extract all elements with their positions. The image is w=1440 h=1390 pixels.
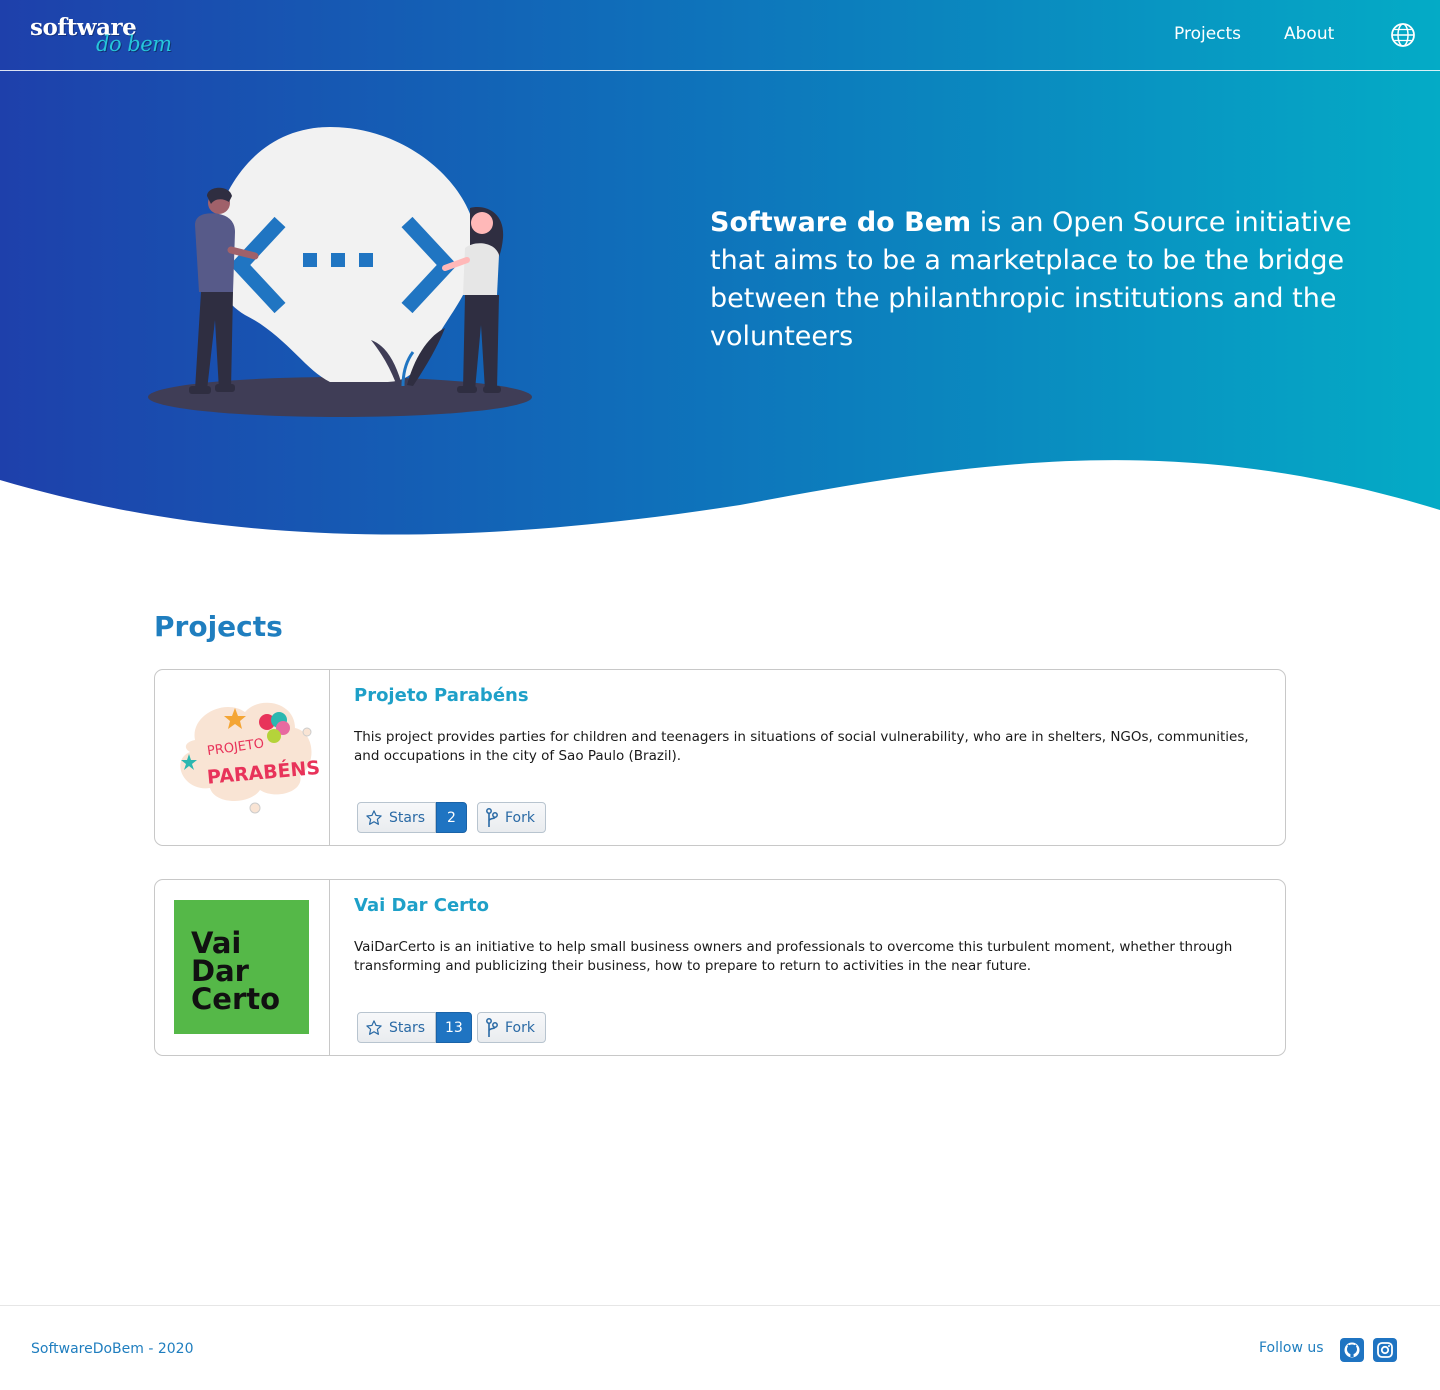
- project-logo-parabens: PROJETO PARABÉNS: [155, 670, 330, 845]
- globe-icon[interactable]: [1390, 22, 1416, 48]
- stars-button[interactable]: Stars: [357, 1012, 437, 1043]
- stars-button-group: Stars 13: [357, 1012, 472, 1043]
- fork-button-group: Fork: [477, 1012, 546, 1043]
- project-card-body: Projeto Parabéns This project provides p…: [354, 670, 1255, 845]
- fork-icon: [486, 1017, 498, 1037]
- hero-brand-name: Software do Bem: [710, 207, 972, 238]
- project-logo-vai-dar-certo: Vai Dar Certo: [155, 880, 330, 1055]
- stars-button[interactable]: Stars: [357, 802, 437, 833]
- navbar: software do bem Projects About: [0, 0, 1440, 71]
- footer-copyright: SoftwareDoBem - 2020: [31, 1341, 194, 1357]
- parabens-logo-image: PROJETO PARABÉNS: [180, 702, 321, 814]
- stars-button-group: Stars 2: [357, 802, 468, 833]
- project-description: VaiDarCerto is an initiative to help sma…: [354, 939, 1233, 974]
- vdc-logo-line-3: Certo: [191, 982, 280, 1016]
- vai-dar-certo-logo-image: Vai Dar Certo: [174, 900, 309, 1034]
- footer-follow-label: Follow us: [1259, 1340, 1324, 1356]
- instagram-icon[interactable]: [1373, 1338, 1397, 1362]
- github-icon[interactable]: [1340, 1338, 1364, 1362]
- site-logo[interactable]: software do bem: [30, 14, 180, 58]
- fork-button[interactable]: Fork: [477, 802, 546, 833]
- fork-button-group: Fork: [477, 802, 546, 833]
- nav-about-link[interactable]: About: [1284, 24, 1334, 44]
- project-title[interactable]: Projeto Parabéns: [354, 685, 529, 706]
- nav-projects-link[interactable]: Projects: [1174, 24, 1241, 44]
- fork-label: Fork: [505, 809, 535, 826]
- stars-label: Stars: [389, 809, 426, 826]
- star-icon: [366, 1019, 382, 1035]
- stars-count[interactable]: 13: [436, 1012, 472, 1043]
- footer: SoftwareDoBem - 2020 Follow us: [0, 1305, 1440, 1390]
- project-card: PROJETO PARABÉNS Projeto Parabéns This p…: [154, 669, 1286, 846]
- fork-icon: [486, 807, 498, 827]
- project-card-body: Vai Dar Certo VaiDarCerto is an initiati…: [354, 880, 1255, 1055]
- projects-heading: Projects: [154, 610, 283, 643]
- stars-count[interactable]: 2: [436, 802, 468, 833]
- project-title[interactable]: Vai Dar Certo: [354, 895, 489, 916]
- hero-banner: software do bem Projects About Software …: [0, 0, 1440, 550]
- hero-description: Software do Bem is an Open Source initia…: [710, 204, 1400, 356]
- project-card: Vai Dar Certo Vai Dar Certo VaiDarCerto …: [154, 879, 1286, 1056]
- fork-label: Fork: [505, 1019, 535, 1036]
- fork-button[interactable]: Fork: [477, 1012, 546, 1043]
- stars-label: Stars: [389, 1019, 426, 1036]
- star-icon: [366, 809, 382, 825]
- project-description: This project provides parties for childr…: [354, 729, 1249, 764]
- logo-text-do-bem: do bem: [96, 32, 172, 56]
- hero-wave: [0, 460, 1440, 550]
- hero-illustration: [148, 127, 532, 417]
